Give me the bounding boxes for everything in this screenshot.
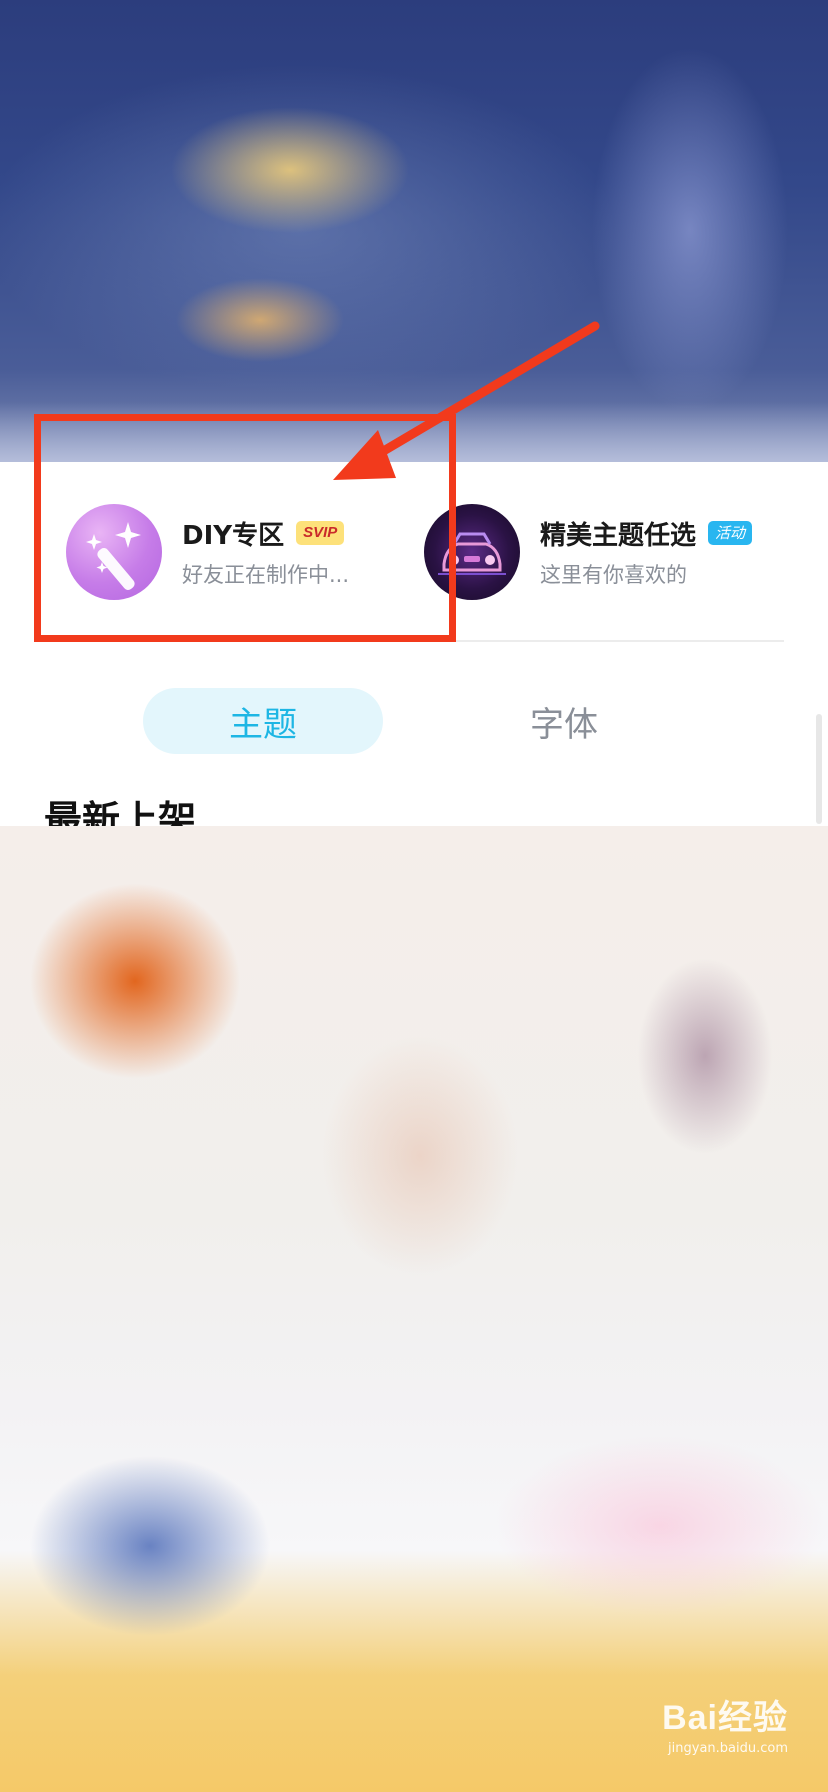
baidu-jingyan-watermark: Bai经验 jingyan.baidu.com <box>662 1690 788 1756</box>
theme-pick-entry[interactable]: 精美主题任选 活动 这里有你喜欢的 <box>424 502 804 602</box>
watermark-logo: Bai经验 <box>662 1699 788 1737</box>
scrollbar[interactable] <box>816 714 822 824</box>
tab-font[interactable]: 字体 <box>444 688 684 754</box>
tab-theme[interactable]: 主题 <box>143 688 383 754</box>
theme-pick-title: 精美主题任选 <box>540 520 697 551</box>
theme-pick-subtitle: 这里有你喜欢的 <box>540 563 687 587</box>
top-banner[interactable] <box>0 0 828 462</box>
theme-pick-title-row: 精美主题任选 活动 <box>540 515 753 551</box>
theme-pick-text: 精美主题任选 活动 这里有你喜欢的 <box>540 515 753 589</box>
watermark-url: jingyan.baidu.com <box>668 1741 788 1756</box>
event-badge: 活动 <box>708 521 753 545</box>
theme-grid-blurred[interactable] <box>0 826 828 1792</box>
annotation-highlight-box <box>34 414 456 642</box>
